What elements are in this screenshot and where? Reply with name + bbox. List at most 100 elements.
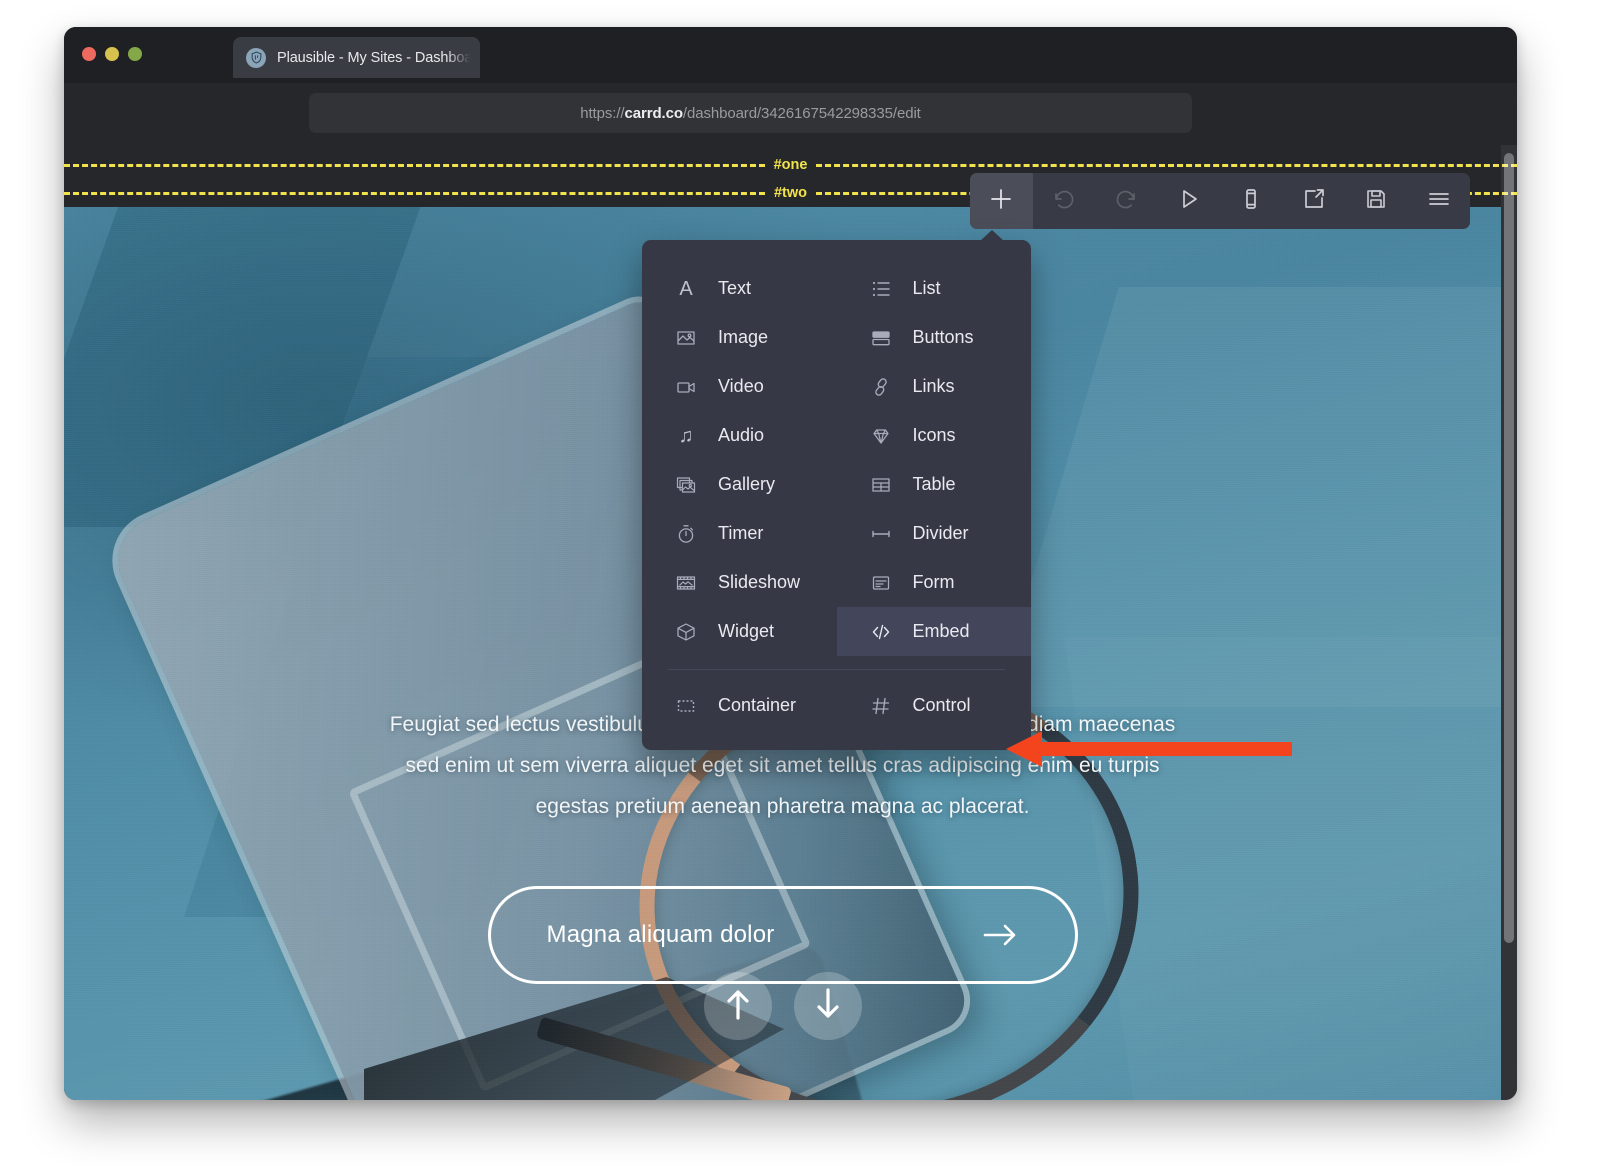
play-icon — [1177, 187, 1201, 216]
scroll-up-button[interactable] — [703, 972, 772, 1040]
menu-item-label: Widget — [718, 621, 775, 641]
table-icon — [869, 473, 893, 497]
menu-item-label: Divider — [912, 523, 969, 543]
external-link-icon — [1302, 187, 1326, 216]
menu-item-label: List — [912, 278, 941, 298]
menu-item-video[interactable]: Video — [642, 362, 837, 411]
hero-cta-button[interactable]: Magna aliquam dolor — [487, 885, 1078, 984]
menu-item-label: Audio — [718, 425, 765, 445]
add-element-button[interactable] — [970, 173, 1033, 229]
menu-item-container[interactable]: Container — [642, 681, 837, 730]
menu-item-label: Form — [912, 572, 955, 592]
undo-icon — [1052, 187, 1076, 216]
address-bar-text: https://carrd.co/dashboard/3426167542298… — [580, 105, 921, 122]
insert-element-menu: A Text List Image Buttons Video Links ♫ … — [642, 230, 1032, 750]
menu-item-slideshow[interactable]: Slideshow — [642, 558, 837, 607]
gem-icon — [869, 424, 893, 448]
menu-item-label: Table — [912, 474, 956, 494]
slideshow-icon — [674, 571, 698, 595]
url-path: /dashboard/3426167542298335/edit — [682, 104, 921, 122]
buttons-icon — [869, 326, 893, 350]
preview-button[interactable] — [1158, 173, 1221, 229]
menu-item-timer[interactable]: Timer — [642, 509, 837, 558]
code-embed-icon — [869, 620, 893, 644]
close-window-button[interactable] — [82, 47, 96, 61]
insert-menu-footer-grid: Container Control — [642, 681, 1031, 730]
url-host: carrd.co — [624, 104, 683, 122]
plus-icon — [989, 187, 1013, 216]
browser-titlebar: Plausible - My Sites - Dashboard — [64, 27, 1517, 83]
plausible-shield-icon — [246, 47, 266, 68]
page-viewport: #one #two U — [64, 145, 1517, 1100]
menu-item-links[interactable]: Links — [837, 362, 1032, 411]
save-button[interactable] — [1345, 173, 1408, 229]
vertical-scrollbar-thumb[interactable] — [1504, 153, 1514, 943]
menu-item-label: Text — [718, 278, 752, 298]
menu-item-label: Image — [718, 327, 769, 347]
browser-tab[interactable]: Plausible - My Sites - Dashboard — [233, 37, 480, 78]
menu-item-label: Icons — [912, 425, 956, 445]
floppy-disk-icon — [1364, 187, 1388, 216]
arrow-up-icon — [723, 986, 753, 1027]
zoom-window-button[interactable] — [128, 47, 142, 61]
mobile-icon — [1239, 187, 1263, 216]
url-scheme: https:// — [580, 104, 625, 122]
menu-item-divider[interactable]: Divider — [837, 509, 1032, 558]
redo-button[interactable] — [1095, 173, 1158, 229]
menu-item-label: Video — [718, 376, 764, 396]
red-pointer-arrow — [1006, 731, 1292, 767]
links-icon — [869, 375, 893, 399]
menu-item-label: Control — [912, 695, 971, 715]
section-label-two[interactable]: #two — [765, 185, 816, 201]
page-scroll-nav — [64, 972, 1501, 1040]
menu-pointer-arrow — [980, 230, 1004, 241]
timer-icon — [674, 522, 698, 546]
hero-cta-label: Magna aliquam dolor — [546, 920, 775, 948]
gallery-icon — [674, 473, 698, 497]
menu-item-widget[interactable]: Widget — [642, 607, 837, 656]
hamburger-icon — [1427, 187, 1451, 216]
arrow-down-icon — [813, 986, 843, 1027]
menu-item-form[interactable]: Form — [837, 558, 1032, 607]
menu-item-control[interactable]: Control — [837, 681, 1032, 730]
hash-icon — [869, 694, 893, 718]
browser-window: Plausible - My Sites - Dashboard https:/… — [64, 27, 1517, 1100]
divider-icon — [869, 522, 893, 546]
menu-item-label: Buttons — [912, 327, 974, 347]
open-external-button[interactable] — [1283, 173, 1346, 229]
device-preview-button[interactable] — [1220, 173, 1283, 229]
menu-item-text[interactable]: A Text — [642, 264, 837, 313]
editor-toolbar — [970, 173, 1470, 229]
main-menu-button[interactable] — [1408, 173, 1471, 229]
menu-item-embed[interactable]: Embed — [836, 607, 1031, 656]
browser-urlbar-row: https://carrd.co/dashboard/3426167542298… — [64, 83, 1517, 145]
menu-item-label: Gallery — [718, 474, 776, 494]
list-icon — [869, 277, 893, 301]
menu-item-audio[interactable]: ♫ Audio — [642, 411, 837, 460]
widget-icon — [674, 620, 698, 644]
ruler-line-right — [816, 163, 1517, 167]
menu-item-label: Slideshow — [718, 572, 801, 592]
menu-item-image[interactable]: Image — [642, 313, 837, 362]
menu-item-list[interactable]: List — [837, 264, 1032, 313]
form-icon — [869, 571, 893, 595]
arrow-right-icon — [981, 920, 1019, 950]
redo-icon — [1114, 187, 1138, 216]
menu-item-icons[interactable]: Icons — [837, 411, 1032, 460]
ruler-line-left — [64, 163, 765, 167]
menu-item-label: Links — [912, 376, 955, 396]
section-label-one[interactable]: #one — [765, 157, 817, 173]
undo-button[interactable] — [1033, 173, 1096, 229]
image-icon — [674, 326, 698, 350]
menu-section-divider — [668, 669, 1005, 670]
menu-item-label: Timer — [718, 523, 764, 543]
menu-item-table[interactable]: Table — [837, 460, 1032, 509]
address-bar[interactable]: https://carrd.co/dashboard/3426167542298… — [309, 93, 1192, 133]
scroll-down-button[interactable] — [793, 972, 862, 1040]
minimize-window-button[interactable] — [105, 47, 119, 61]
audio-icon: ♫ — [678, 424, 694, 447]
text-icon: A — [679, 277, 693, 300]
menu-item-buttons[interactable]: Buttons — [837, 313, 1032, 362]
menu-item-gallery[interactable]: Gallery — [642, 460, 837, 509]
menu-item-label: Container — [718, 695, 797, 715]
